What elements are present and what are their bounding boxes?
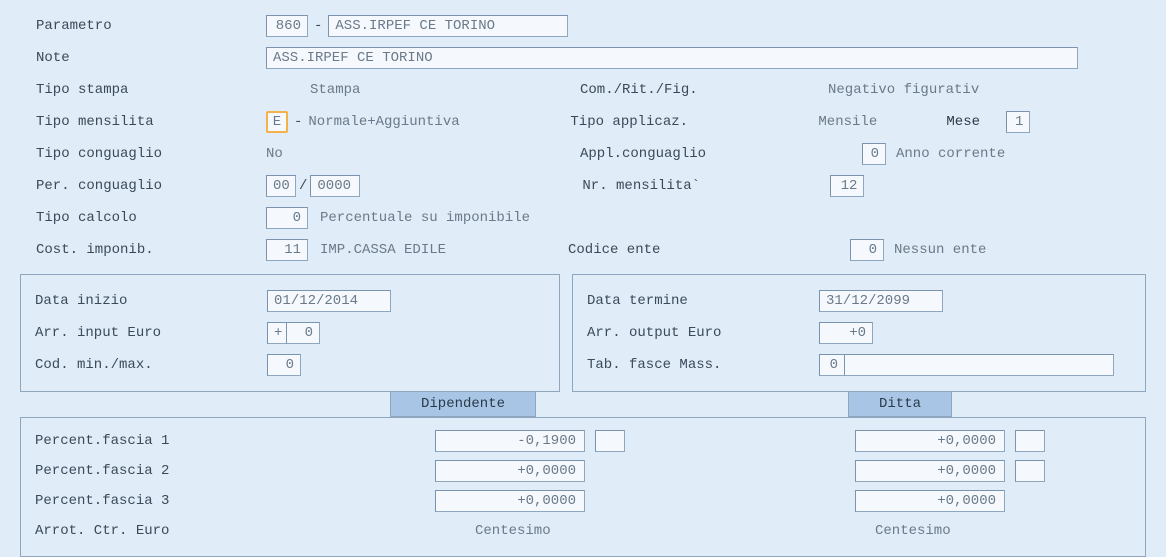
arr-output-input[interactable]: +0 [819, 322, 873, 344]
label-nr-mensilita: Nr. mensilita` [582, 178, 830, 194]
tab-dipendente[interactable]: Dipendente [390, 391, 536, 417]
data-inizio-input[interactable]: 01/12/2014 [267, 290, 391, 312]
tab-fasce-mass-desc[interactable] [844, 354, 1114, 376]
row-tipo-stampa: Tipo stampa Stampa Com./Rit./Fig. Negati… [0, 74, 1166, 106]
dit-fascia-1-extra[interactable] [1015, 430, 1045, 452]
row-tipo-conguaglio: Tipo conguaglio No Appl.conguaglio 0 Ann… [0, 138, 1166, 170]
label-tipo-mensilita: Tipo mensilita [36, 114, 266, 130]
dip-fascia-2[interactable]: +0,0000 [435, 460, 585, 482]
panel-container: Data inizio 01/12/2014 Arr. input Euro +… [20, 274, 1146, 392]
label-parametro: Parametro [36, 18, 266, 34]
label-percent-fascia-3: Percent.fascia 3 [35, 493, 435, 509]
row-parametro: Parametro 860 - ASS.IRPEF CE TORINO [0, 10, 1166, 42]
label-data-termine: Data termine [587, 293, 819, 309]
tab-ditta[interactable]: Ditta [848, 391, 952, 417]
label-cost-imponib: Cost. imponib. [36, 242, 266, 258]
tipo-stampa-value: Stampa [310, 82, 580, 98]
codice-ente-code[interactable]: 0 [850, 239, 884, 261]
data-termine-input[interactable]: 31/12/2099 [819, 290, 943, 312]
dit-fascia-2-extra[interactable] [1015, 460, 1045, 482]
cod-min-max-input[interactable]: 0 [267, 354, 301, 376]
centesimo-dip: Centesimo [475, 523, 855, 539]
tipo-applicaz-value: Mensile [818, 114, 946, 130]
panel-right: Data termine 31/12/2099 Arr. output Euro… [572, 274, 1146, 392]
label-tipo-applicaz: Tipo applicaz. [570, 114, 818, 130]
appl-conguaglio-desc: Anno corrente [896, 146, 1005, 162]
dash-sep-2: - [294, 114, 302, 130]
label-codice-ente: Codice ente [568, 242, 850, 258]
row-cost-imponib: Cost. imponib. 11 IMP.CASSA EDILE Codice… [0, 234, 1166, 266]
arr-input-sign[interactable]: + [267, 322, 287, 344]
row-tipo-mensilita: Tipo mensilita E - Normale+Aggiuntiva Ti… [0, 106, 1166, 138]
tabs-row: Dipendente Ditta [20, 391, 1146, 417]
arr-input-val[interactable]: 0 [286, 322, 320, 344]
parametro-code[interactable]: 860 [266, 15, 308, 37]
label-tipo-stampa: Tipo stampa [36, 82, 266, 98]
dash-sep: - [314, 18, 322, 34]
per-conguaglio-yyyy[interactable]: 0000 [310, 175, 360, 197]
main-form: Parametro 860 - ASS.IRPEF CE TORINO Note… [0, 0, 1166, 557]
cost-imponib-desc: IMP.CASSA EDILE [320, 242, 568, 258]
dip-fascia-1-extra[interactable] [595, 430, 625, 452]
slash-sep: / [299, 178, 307, 194]
dit-fascia-2[interactable]: +0,0000 [855, 460, 1005, 482]
label-per-conguaglio: Per. conguaglio [36, 178, 266, 194]
tipo-mensilita-code[interactable]: E [266, 111, 288, 133]
codice-ente-desc: Nessun ente [894, 242, 986, 258]
label-tipo-conguaglio: Tipo conguaglio [36, 146, 266, 162]
label-tipo-calcolo: Tipo calcolo [36, 210, 266, 226]
label-note: Note [36, 50, 266, 66]
tipo-conguaglio-value: No [266, 146, 580, 162]
centesimo-dit: Centesimo [875, 523, 951, 539]
tipo-calcolo-code[interactable]: 0 [266, 207, 308, 229]
label-cod-min-max: Cod. min./max. [35, 357, 267, 373]
label-arrot-ctr-euro: Arrot. Ctr. Euro [35, 523, 435, 539]
label-arr-output-euro: Arr. output Euro [587, 325, 819, 341]
tipo-calcolo-desc: Percentuale su imponibile [320, 210, 530, 226]
com-rit-fig-value: Negativo figurativ [828, 82, 979, 98]
label-com-rit-fig: Com./Rit./Fig. [580, 82, 828, 98]
note-input[interactable]: ASS.IRPEF CE TORINO [266, 47, 1078, 69]
nr-mensilita-input[interactable]: 12 [830, 175, 864, 197]
row-note: Note ASS.IRPEF CE TORINO [0, 42, 1166, 74]
dip-fascia-3[interactable]: +0,0000 [435, 490, 585, 512]
label-data-inizio: Data inizio [35, 293, 267, 309]
dit-fascia-1[interactable]: +0,0000 [855, 430, 1005, 452]
mese-input[interactable]: 1 [1006, 111, 1030, 133]
appl-conguaglio-code[interactable]: 0 [862, 143, 886, 165]
per-conguaglio-mm[interactable]: 00 [266, 175, 296, 197]
label-tab-fasce-mass: Tab. fasce Mass. [587, 357, 819, 373]
row-per-conguaglio: Per. conguaglio 00 / 0000 Nr. mensilita`… [0, 170, 1166, 202]
dip-fascia-1[interactable]: -0,1900 [435, 430, 585, 452]
label-appl-conguaglio: Appl.conguaglio [580, 146, 862, 162]
tipo-mensilita-desc: Normale+Aggiuntiva [308, 114, 570, 130]
dit-fascia-3[interactable]: +0,0000 [855, 490, 1005, 512]
panel-left: Data inizio 01/12/2014 Arr. input Euro +… [20, 274, 560, 392]
label-arr-input-euro: Arr. input Euro [35, 325, 267, 341]
tab-fasce-mass-input[interactable]: 0 [819, 354, 845, 376]
row-tipo-calcolo: Tipo calcolo 0 Percentuale su imponibile [0, 202, 1166, 234]
parametro-desc[interactable]: ASS.IRPEF CE TORINO [328, 15, 568, 37]
cost-imponib-code[interactable]: 11 [266, 239, 308, 261]
label-percent-fascia-2: Percent.fascia 2 [35, 463, 435, 479]
label-mese: Mese [946, 114, 1006, 130]
label-percent-fascia-1: Percent.fascia 1 [35, 433, 435, 449]
bottom-panel: Percent.fascia 1 -0,1900 +0,0000 Percent… [20, 417, 1146, 557]
